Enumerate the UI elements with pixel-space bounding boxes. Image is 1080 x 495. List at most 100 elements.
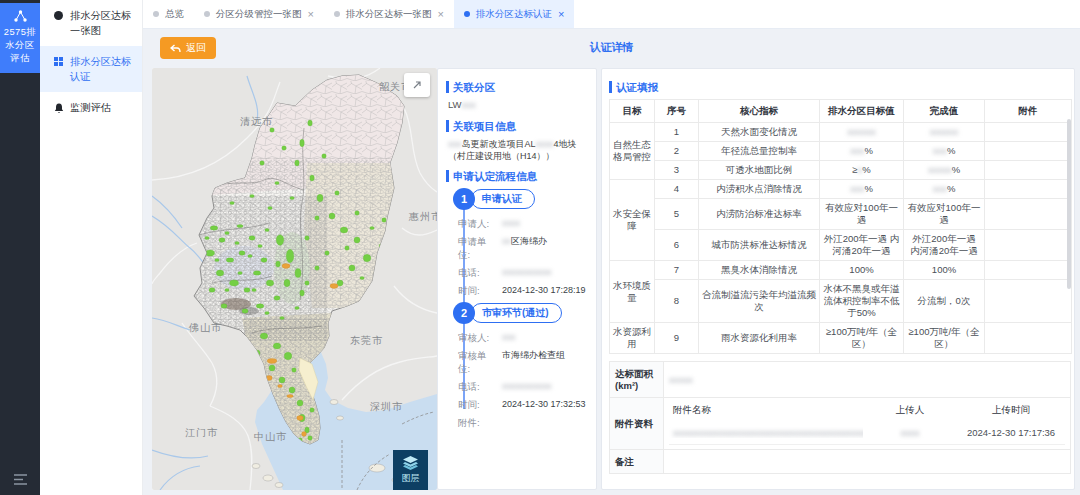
tab-label: 总览 [165, 8, 184, 21]
collapse-icon[interactable] [0, 474, 40, 487]
green-zone [295, 269, 301, 278]
green-zone [315, 216, 320, 221]
tab-close-icon[interactable]: × [308, 8, 314, 20]
green-zone [266, 280, 274, 286]
step-title: 市审环节(通过) [471, 303, 562, 323]
field-value: 2024-12-30 17:32:53 [502, 398, 586, 411]
tab-bar: 总览分区分级管控一张图×排水分区达标一张图× 排水分区达标认证 × [143, 0, 1080, 29]
green-zone [216, 270, 224, 276]
target-cell: 有效应对100年一遇 [820, 199, 904, 230]
attachment-col-header: 上传时间 [957, 404, 1065, 417]
goal-cell: 水环境质量 [610, 261, 655, 323]
indicator-cell: 天然水面变化情况 [699, 123, 820, 142]
green-zone [315, 266, 320, 271]
sidebar-item-label: 监测评估 [70, 100, 136, 115]
field-row: 申请人:xxxx [458, 217, 588, 230]
page-title: 认证详情 [143, 40, 1080, 55]
tab-close-icon[interactable]: × [437, 8, 443, 20]
table-scrollbar[interactable] [1067, 119, 1071, 289]
sidebar-item-2[interactable]: 监测评估 [40, 92, 142, 123]
green-zone [248, 255, 253, 258]
tab-close-icon[interactable]: × [558, 8, 564, 20]
field-label: 时间: [458, 284, 492, 297]
green-zone [354, 237, 360, 243]
tab-label: 排水分区达标认证 [476, 8, 552, 21]
green-zone [269, 365, 275, 371]
orange-zone [287, 394, 293, 397]
attachment-cell [985, 180, 1072, 199]
green-zone [360, 277, 365, 280]
table-row: 5内涝防治标准达标率有效应对100年一遇有效应对100年一遇 [610, 199, 1072, 230]
orange-zone [282, 264, 290, 269]
process-timeline: 1申请认证申请人:xxxx申请单位:xx区海绵办电话:xxxxxxxxxxx时间… [446, 188, 588, 429]
green-zone [258, 245, 263, 248]
gis-map[interactable]: 韶关市清远市惠州市佛山市东莞市深圳市中山市江门市 [152, 68, 437, 490]
green-zone [209, 288, 215, 293]
table-row: 水环境质量7黑臭水体消除情况100%100% [610, 261, 1072, 280]
indicator-cell: 合流制溢流污染年均溢流频次 [699, 280, 820, 323]
table-row: 8合流制溢流污染年均溢流频次水体不黑臭或年溢流体积控制率不低于50%分流制，0次 [610, 280, 1072, 323]
masked-value: xxxxxxxxxxxxxxxxxxxxxxxxxxxxxxxxxxxxxxxx… [673, 427, 863, 438]
column-header: 排水分区目标值 [820, 100, 904, 123]
tab-0[interactable]: 总览 [143, 0, 194, 28]
green-zone [215, 259, 220, 262]
field-row: 电话:xxxxxxxxxxx [458, 266, 588, 279]
attachment-name[interactable]: xxxxxxxxxxxxxxxxxxxxxxxxxxxxxxxxxxxxxxxx… [669, 427, 863, 438]
green-zone [268, 207, 273, 210]
field-label: 附件: [458, 416, 492, 429]
sidebar-item-0[interactable]: 排水分区达标一张图 [40, 0, 142, 46]
city-label: 深圳市 [370, 401, 403, 412]
tab-3[interactable]: 排水分区达标认证 × [454, 0, 574, 28]
green-zone [280, 317, 285, 320]
orange-zone [267, 359, 277, 364]
green-zone [335, 191, 340, 196]
step-number: 2 [453, 302, 475, 324]
expand-icon[interactable] [404, 73, 430, 97]
tab-1[interactable]: 分区分级管控一张图× [194, 0, 324, 28]
step-fields: 审核人:xxx审核单位:市海绵办检查组电话:xxxxxxxxxxx时间:2024… [458, 331, 588, 429]
done-cell: ≥100万吨/年（全区） [904, 323, 985, 354]
green-zone [340, 227, 348, 233]
field-row: 时间:2024-12-30 17:28:19 [458, 284, 588, 297]
masked-value: xx [502, 236, 511, 246]
green-zone [250, 195, 255, 198]
remark-label: 备注 [610, 450, 664, 474]
field-label: 审核单位: [458, 349, 492, 375]
seq-cell: 8 [655, 280, 699, 323]
attachment-cell [985, 161, 1072, 180]
attachment-item: xxxxxxxxxxxxxxxxxxxxxxxxxxxxxxxxxxxxxxxx… [669, 425, 1065, 445]
field-value: xxxxxxxxxxx [502, 380, 552, 393]
step-header: 2市审环节(通过) [446, 302, 588, 324]
green-zone [300, 290, 305, 296]
layers-button[interactable]: 图层 [393, 450, 428, 490]
green-zone [284, 352, 292, 360]
column-header: 序号 [655, 100, 699, 123]
column-header: 核心指标 [699, 100, 820, 123]
sidebar-item-1[interactable]: 排水分区达标认证 [40, 46, 142, 92]
green-zone [238, 272, 243, 275]
green-zone [279, 377, 285, 383]
field-row: 申请单位:xx区海绵办 [458, 235, 588, 261]
done-cell: xxxxx% [904, 161, 985, 180]
done-cell: xxxxxx [904, 123, 985, 142]
sidebar-item-evaluation[interactable]: 2575排水分区评估 [0, 3, 40, 73]
green-zone [270, 128, 275, 133]
certification-panel: 认证填报 目标序号核心指标排水分区目标值完成值附件自然生态格局管控1天然水面变化… [601, 68, 1075, 490]
orange-zone [302, 432, 307, 437]
goal-cell: 自然生态格局管控 [610, 123, 655, 180]
section-title-project: 关联项目信息 [446, 120, 588, 132]
tab-dot-icon [464, 11, 470, 17]
green-zone [289, 387, 295, 393]
done-cell: xxx% [904, 180, 985, 199]
masked-value: xxxxxxxxxxx [502, 381, 552, 391]
orange-zone [330, 284, 338, 289]
partition-value: LWxxx [448, 99, 588, 110]
tab-2[interactable]: 排水分区达标一张图× [324, 0, 454, 28]
city-label: 惠州市 [408, 211, 437, 222]
green-zone [292, 368, 297, 373]
green-zone [363, 254, 371, 262]
field-row: 附件: [458, 416, 588, 429]
grid-icon [54, 57, 64, 67]
target-cell: xxx% [820, 180, 904, 199]
target-cell: 外江200年一遇 内河涌20年一遇 [820, 230, 904, 261]
